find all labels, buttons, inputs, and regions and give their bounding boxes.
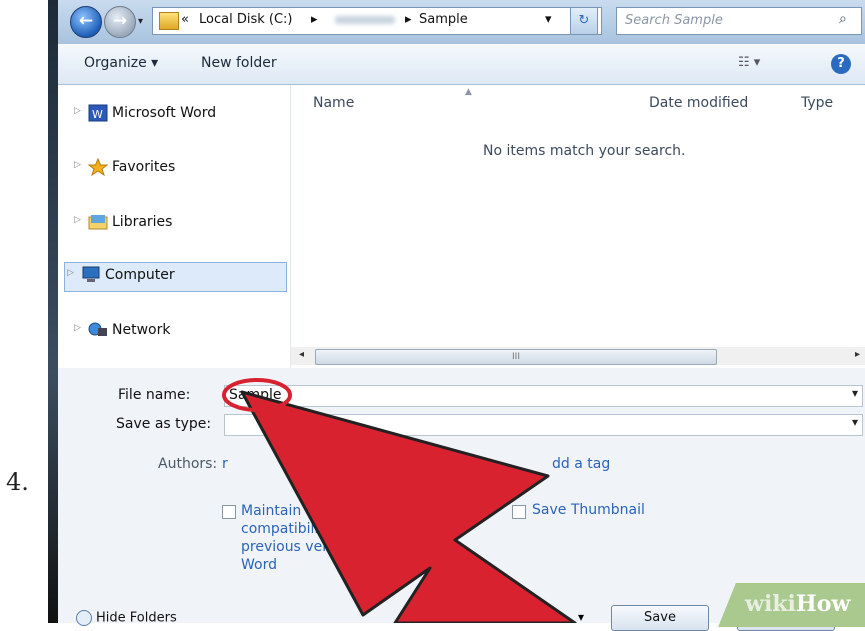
red-arrow-icon: [240, 390, 577, 623]
annotation-overlay: [222, 378, 577, 623]
